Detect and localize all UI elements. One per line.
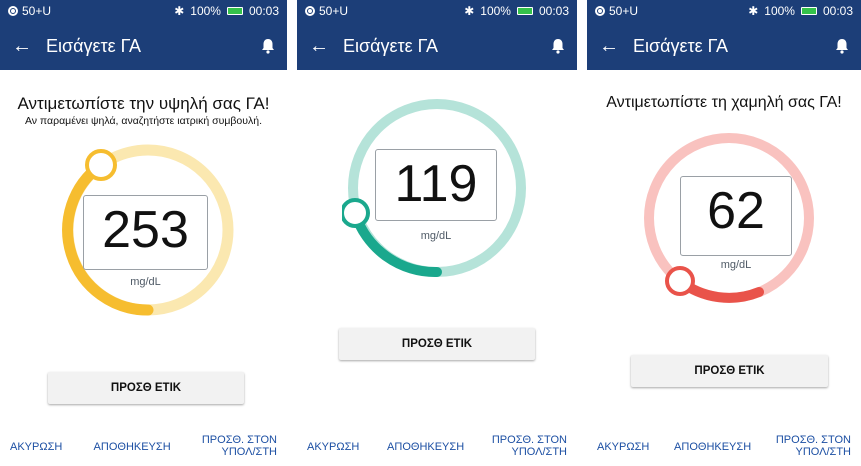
back-arrow-icon[interactable]: ← bbox=[12, 35, 36, 58]
glucose-value: 62 bbox=[707, 182, 765, 240]
clock: 00:03 bbox=[538, 4, 569, 18]
insulin-status: 50+U bbox=[22, 4, 52, 18]
cancel-button[interactable]: ΑΚΥΡΩΣΗ bbox=[307, 441, 359, 453]
unit-label: mg/dL bbox=[130, 276, 161, 288]
insulin-status: 50+U bbox=[609, 4, 639, 18]
cancel-button[interactable]: ΑΚΥΡΩΣΗ bbox=[10, 441, 62, 453]
add-label-line1: ΠΡΟΣΘ. ΣΤΟΝ bbox=[775, 434, 851, 447]
screen-normal: 50+U ✱ 100% 00:03 ← Εισάγετε ΓΑ 119 mg/d… bbox=[297, 0, 577, 466]
battery-percent: 100% bbox=[190, 4, 221, 18]
bluetooth-icon: ✱ bbox=[174, 4, 185, 18]
unit-label: mg/dL bbox=[420, 230, 452, 242]
app-header: ← Εισάγετε ΓΑ bbox=[297, 22, 577, 70]
battery-icon bbox=[226, 7, 243, 15]
back-arrow-icon[interactable]: ← bbox=[599, 35, 623, 58]
bell-icon[interactable] bbox=[835, 38, 849, 54]
status-bar: 50+U ✱ 100% 00:03 bbox=[0, 0, 287, 22]
glucose-value: 119 bbox=[394, 155, 478, 213]
pod-status-icon bbox=[595, 6, 605, 16]
bluetooth-icon: ✱ bbox=[464, 4, 475, 18]
glucose-value-box[interactable]: 119 bbox=[375, 149, 497, 221]
save-button[interactable]: ΑΠΟΘΗΚΕΥΣΗ bbox=[387, 441, 464, 453]
bottom-bar: ΑΚΥΡΩΣΗ ΑΠΟΘΗΚΕΥΣΗ ΠΡΟΣΘ. ΣΤΟΝ ΥΠΟΛ/ΣΤΗ bbox=[0, 428, 287, 466]
add-tag-button[interactable]: ΠΡΟΣΘ ΕΤΙΚ bbox=[631, 355, 828, 387]
cancel-button[interactable]: ΑΚΥΡΩΣΗ bbox=[597, 441, 649, 453]
pod-status-icon bbox=[305, 6, 315, 16]
gauge-fill bbox=[350, 208, 442, 278]
battery-percent: 100% bbox=[480, 4, 511, 18]
screen-low: 50+U ✱ 100% 00:03 ← Εισάγετε ΓΑ Αντιμετω… bbox=[587, 0, 861, 466]
glucose-value-box[interactable]: 62 bbox=[680, 176, 792, 256]
back-arrow-icon[interactable]: ← bbox=[309, 35, 333, 58]
add-label-line1: ΠΡΟΣΘ. ΣΤΟΝ bbox=[201, 434, 277, 447]
page-title: Εισάγετε ΓΑ bbox=[343, 35, 438, 56]
battery-icon bbox=[516, 7, 533, 15]
bell-icon[interactable] bbox=[261, 38, 275, 54]
save-button[interactable]: ΑΠΟΘΗΚΕΥΣΗ bbox=[674, 441, 751, 453]
warning-submessage: Αν παραμένει ψηλά, αναζητήστε ιατρική συ… bbox=[24, 115, 263, 127]
clock: 00:03 bbox=[248, 4, 279, 18]
bluetooth-icon: ✱ bbox=[748, 4, 759, 18]
unit-label: mg/dL bbox=[720, 259, 752, 271]
bottom-bar: ΑΚΥΡΩΣΗ ΑΠΟΘΗΚΕΥΣΗ ΠΡΟΣΘ. ΣΤΟΝ ΥΠΟΛ/ΣΤΗ bbox=[587, 428, 861, 466]
pod-status-icon bbox=[8, 6, 18, 16]
app-header: ← Εισάγετε ΓΑ bbox=[0, 22, 287, 70]
warning-message: Αντιμετωπίστε τη χαμηλή σας ΓΑ! bbox=[606, 94, 842, 111]
page-title: Εισάγετε ΓΑ bbox=[633, 35, 728, 56]
gauge-knob[interactable] bbox=[85, 149, 117, 181]
add-tag-button[interactable]: ΠΡΟΣΘ ΕΤΙΚ bbox=[48, 372, 244, 404]
screen-high: 50+U ✱ 100% 00:03 ← Εισάγετε ΓΑ Αντιμετω… bbox=[0, 0, 287, 466]
glucose-value-box[interactable]: 253 bbox=[83, 195, 208, 270]
app-header: ← Εισάγετε ΓΑ bbox=[587, 22, 861, 70]
save-button[interactable]: ΑΠΟΘΗΚΕΥΣΗ bbox=[94, 441, 171, 453]
add-label-line2: ΥΠΟΛ/ΣΤΗ bbox=[221, 446, 277, 458]
clock: 00:03 bbox=[822, 4, 853, 18]
add-label-line2: ΥΠΟΛ/ΣΤΗ bbox=[795, 446, 851, 458]
gauge-knob[interactable] bbox=[342, 198, 370, 228]
battery-percent: 100% bbox=[764, 4, 795, 18]
page-title: Εισάγετε ΓΑ bbox=[46, 35, 141, 56]
status-bar: 50+U ✱ 100% 00:03 bbox=[297, 0, 577, 22]
add-to-calculator-button[interactable]: ΠΡΟΣΘ. ΣΤΟΝ ΥΠΟΛ/ΣΤΗ bbox=[776, 435, 851, 458]
add-to-calculator-button[interactable]: ΠΡΟΣΘ. ΣΤΟΝ ΥΠΟΛ/ΣΤΗ bbox=[202, 435, 277, 458]
add-label-line2: ΥΠΟΛ/ΣΤΗ bbox=[511, 446, 567, 458]
add-label-line1: ΠΡΟΣΘ. ΣΤΟΝ bbox=[491, 434, 567, 447]
battery-icon bbox=[800, 7, 817, 15]
warning-message: Αντιμετωπίστε την υψηλή σας ΓΑ! bbox=[17, 94, 270, 113]
status-bar: 50+U ✱ 100% 00:03 bbox=[587, 0, 861, 22]
add-to-calculator-button[interactable]: ΠΡΟΣΘ. ΣΤΟΝ ΥΠΟΛ/ΣΤΗ bbox=[492, 435, 567, 458]
insulin-status: 50+U bbox=[319, 4, 349, 18]
bell-icon[interactable] bbox=[551, 38, 565, 54]
glucose-value: 253 bbox=[102, 201, 189, 259]
add-tag-button[interactable]: ΠΡΟΣΘ ΕΤΙΚ bbox=[339, 328, 535, 360]
bottom-bar: ΑΚΥΡΩΣΗ ΑΠΟΘΗΚΕΥΣΗ ΠΡΟΣΘ. ΣΤΟΝ ΥΠΟΛ/ΣΤΗ bbox=[297, 428, 577, 466]
gauge-knob[interactable] bbox=[665, 266, 695, 296]
